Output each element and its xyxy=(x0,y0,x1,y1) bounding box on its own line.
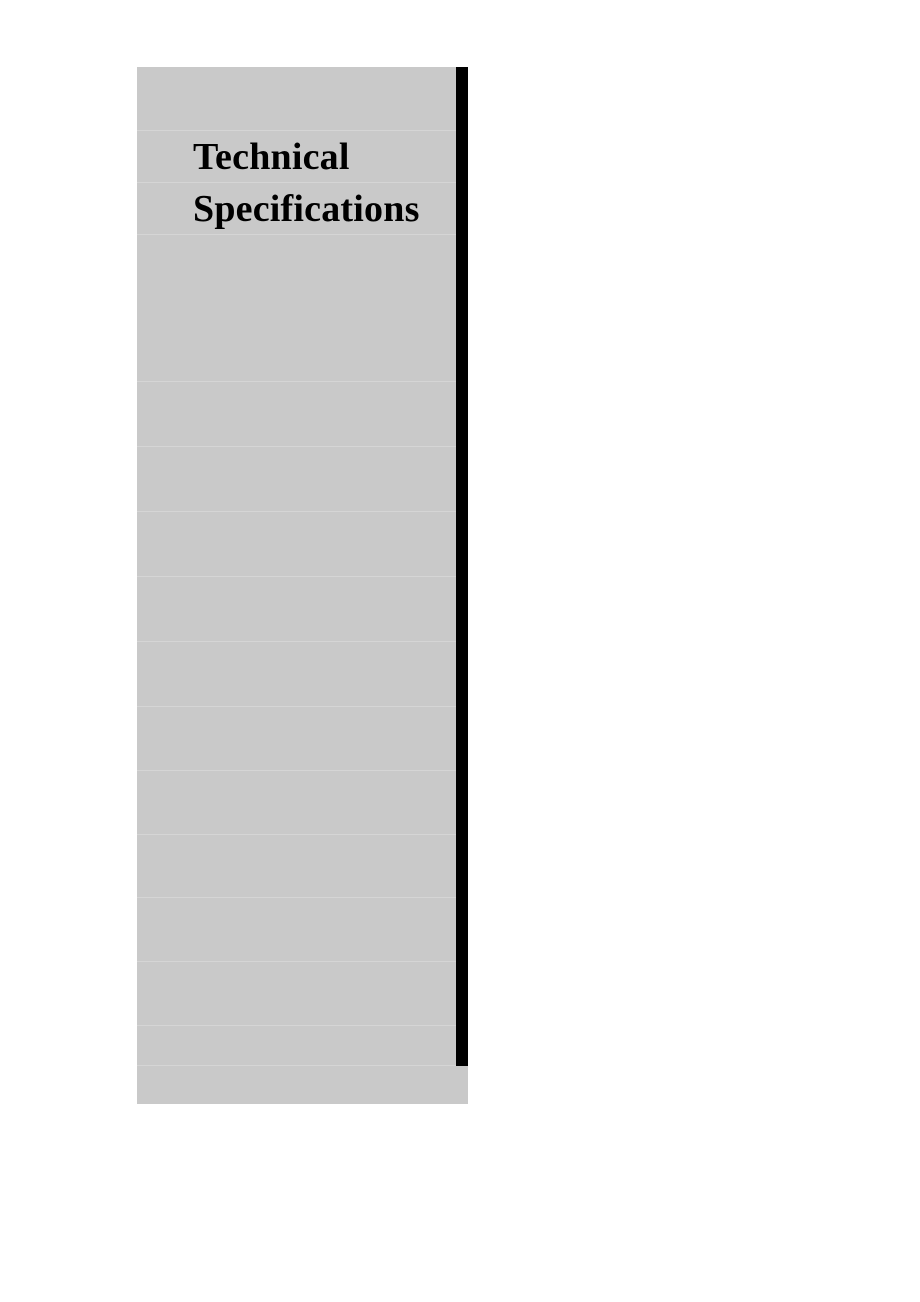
table-cell-value xyxy=(137,866,456,867)
spec-empty-cell xyxy=(137,1025,468,1066)
table-row xyxy=(137,641,468,707)
document-page: Technical Specifications xyxy=(0,0,920,1302)
spec-empty-cell xyxy=(137,770,468,835)
table-row xyxy=(137,511,468,577)
table-cell-value xyxy=(137,1045,456,1046)
table-row xyxy=(137,1065,462,1104)
table-cell-value xyxy=(137,1085,462,1086)
spec-empty-cell xyxy=(137,641,468,707)
table-row: Specifications xyxy=(137,182,468,235)
spec-title-cell: Technical xyxy=(137,130,468,183)
table-cell-value xyxy=(137,674,456,675)
table-row xyxy=(137,446,468,512)
spec-empty-cell xyxy=(137,706,468,771)
table-cell-value xyxy=(137,802,456,803)
table-cell-value xyxy=(137,308,456,309)
table-row xyxy=(137,1025,468,1066)
table-row xyxy=(137,897,468,962)
table-row xyxy=(137,770,468,835)
table-cell-value xyxy=(137,609,456,610)
table-cell-value xyxy=(137,414,456,415)
table-cell-value xyxy=(137,738,456,739)
page-title: Technical xyxy=(193,135,350,178)
spec-empty-cell xyxy=(137,897,468,962)
table-row xyxy=(137,381,468,447)
table-cell-value xyxy=(137,544,456,545)
spec-empty-cell xyxy=(137,576,468,642)
table-row: Technical xyxy=(137,130,468,183)
technical-specifications-table: Technical Specifications xyxy=(137,67,468,1104)
spec-table-body: Technical Specifications xyxy=(137,67,468,1104)
table-row xyxy=(137,961,468,1026)
spec-empty-cell xyxy=(137,834,468,898)
page-title: Specifications xyxy=(193,187,420,230)
table-row xyxy=(137,706,468,771)
spec-empty-cell xyxy=(137,234,468,382)
spec-empty-cell xyxy=(137,511,468,577)
spec-empty-cell xyxy=(137,67,468,131)
table-cell-value xyxy=(137,993,456,994)
table-row xyxy=(137,576,468,642)
spec-title-cell: Specifications xyxy=(137,182,468,235)
table-cell-value xyxy=(137,929,456,930)
table-cell-value xyxy=(137,479,456,480)
spec-empty-cell xyxy=(137,446,468,512)
table-row xyxy=(137,67,468,131)
table-row xyxy=(137,834,468,898)
spec-empty-cell xyxy=(137,961,468,1026)
spec-empty-cell xyxy=(137,1065,462,1104)
table-row xyxy=(137,234,468,382)
table-cell-value xyxy=(137,98,456,99)
spec-empty-cell xyxy=(137,381,468,447)
